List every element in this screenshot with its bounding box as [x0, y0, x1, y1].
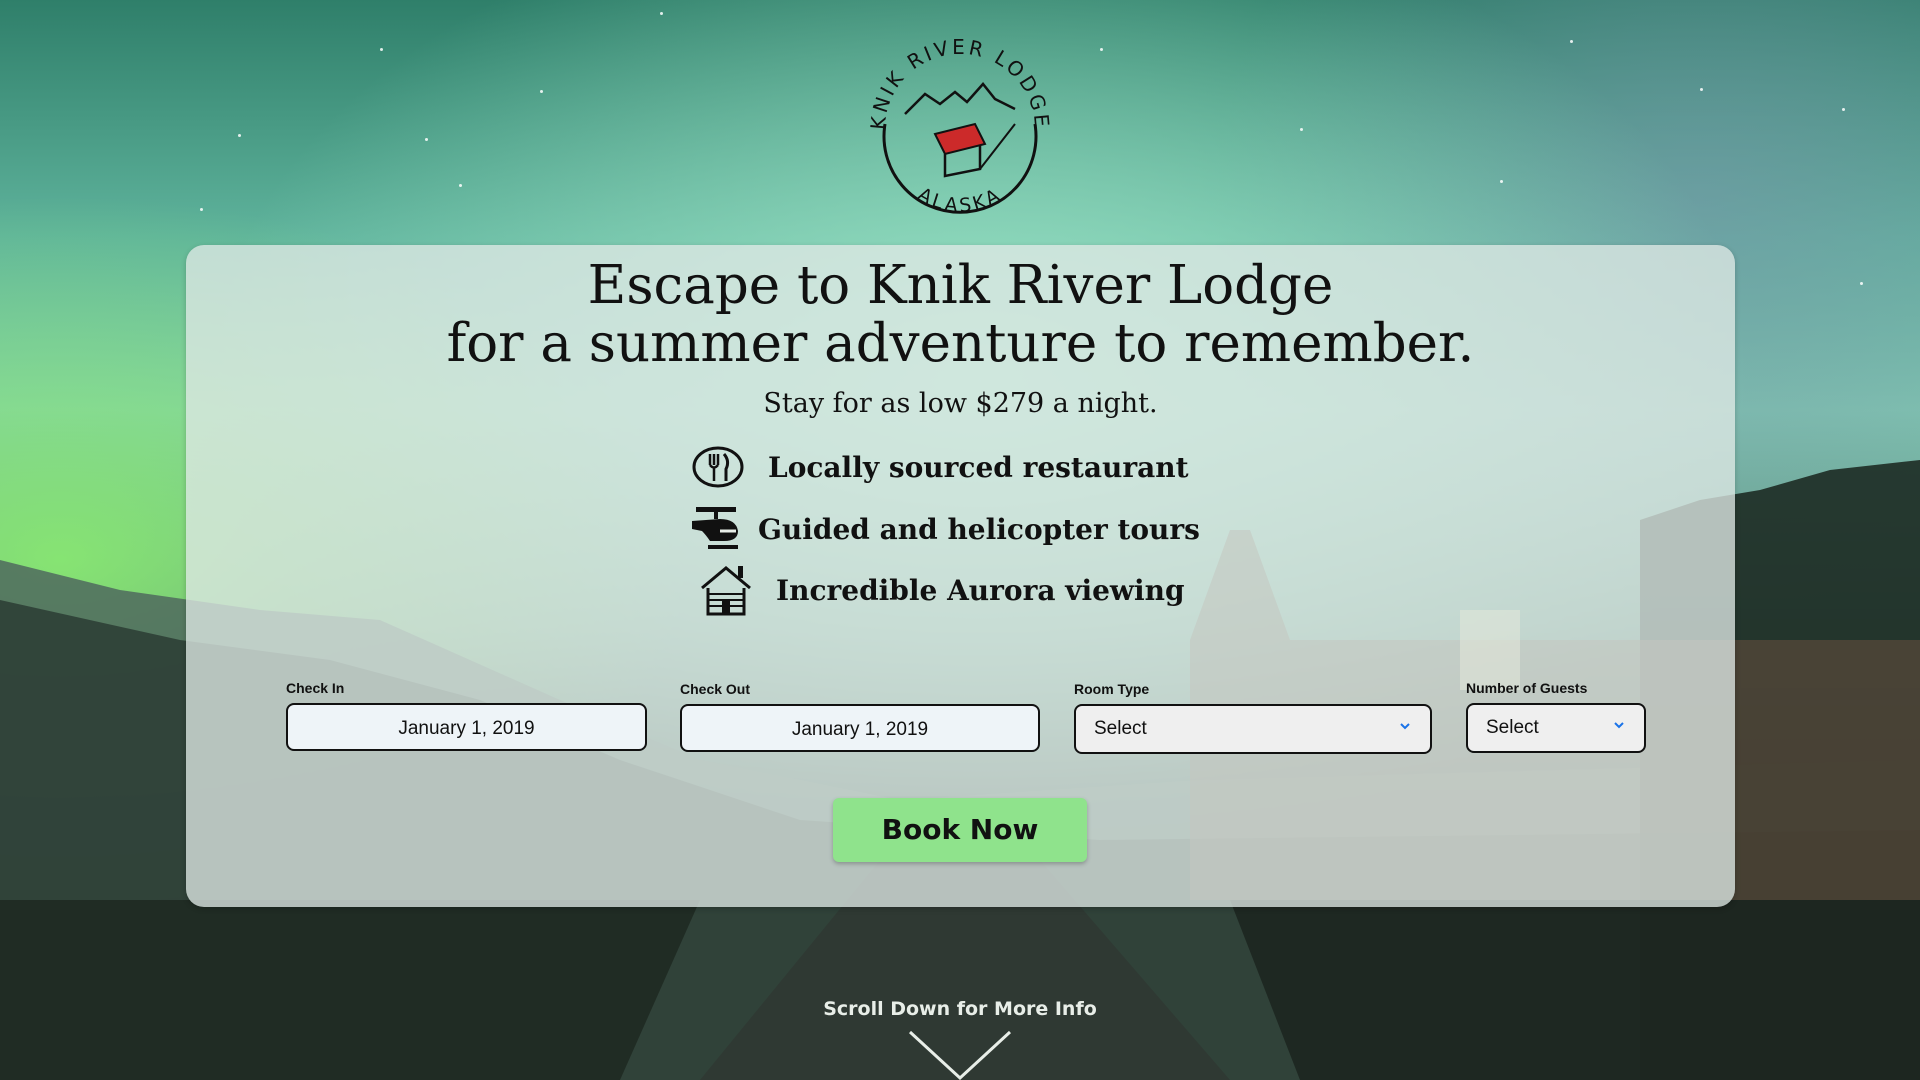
svg-text:KNIK RIVER LODGE: KNIK RIVER LODGE: [866, 35, 1055, 131]
chevron-down-icon: [1400, 723, 1410, 730]
guests-select[interactable]: Select: [1466, 703, 1646, 753]
feature-label: Incredible Aurora viewing: [776, 573, 1185, 607]
price-text: Stay for as low $279 a night.: [763, 388, 1158, 419]
scroll-hint-text[interactable]: Scroll Down for More Info: [0, 998, 1920, 1020]
headline-line1: Escape to Knik River Lodge: [587, 255, 1334, 316]
feature-label: Locally sourced restaurant: [768, 450, 1189, 484]
guests-value: Select: [1486, 717, 1539, 738]
guests-label: Number of Guests: [1466, 680, 1588, 696]
logo-sub-text: ALASKA: [914, 183, 1003, 217]
book-now-button[interactable]: Book Now: [833, 798, 1087, 862]
feature-tours: Guided and helicopter tours: [690, 501, 1200, 557]
chevron-down-icon[interactable]: [906, 1028, 1014, 1080]
check-in-label: Check In: [286, 680, 345, 696]
room-type-label: Room Type: [1074, 681, 1150, 697]
check-out-field[interactable]: January 1, 2019: [680, 704, 1040, 752]
svg-text:ALASKA: ALASKA: [914, 183, 1006, 217]
check-in-field[interactable]: January 1, 2019: [286, 703, 647, 751]
room-type-select[interactable]: Select: [1074, 704, 1432, 754]
lodge-logo: KNIK RIVER LODGE ALASKA: [866, 35, 1055, 217]
feature-restaurant: Locally sourced restaurant: [690, 439, 1189, 495]
room-type-value: Select: [1094, 718, 1147, 739]
logo-name-text: KNIK RIVER LODGE: [866, 35, 1052, 131]
feature-aurora: Incredible Aurora viewing: [698, 562, 1185, 618]
page-title: Escape to Knik River Lodge for a summer …: [186, 257, 1735, 373]
helicopter-icon: [692, 507, 738, 549]
headline-line2: for a summer adventure to remember.: [446, 313, 1475, 374]
cabin-icon: [701, 566, 751, 616]
booking-card: Escape to Knik River Lodge for a summer …: [186, 245, 1735, 907]
feature-label: Guided and helicopter tours: [758, 512, 1200, 546]
chevron-down-icon: [1614, 722, 1624, 729]
fork-knife-icon: [692, 446, 744, 488]
check-out-label: Check Out: [680, 681, 751, 697]
